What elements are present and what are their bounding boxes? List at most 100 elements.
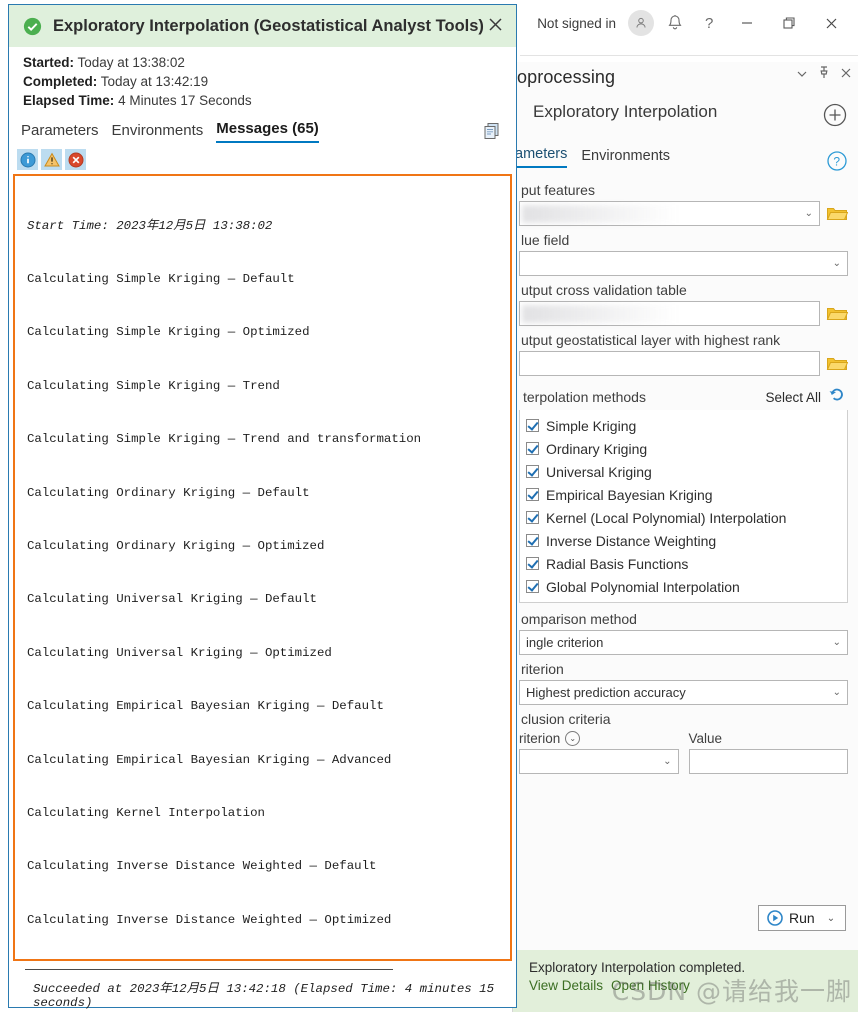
chevron-down-icon[interactable]: ⌄ [833,258,841,269]
log-line: Calculating Simple Kriging — Trend and t… [27,432,422,447]
tab-parameters[interactable]: Parameters [21,122,99,143]
method-empirical-bayesian-kriging[interactable]: Empirical Bayesian Kriging [520,483,847,506]
exclusion-criteria-grid: riterion ⌄ ⌄ Value [519,731,848,774]
log-line: Calculating Kernel Interpolation [27,805,265,820]
chevron-down-icon[interactable] [796,67,808,82]
chevron-down-icon[interactable]: ⌄ [827,913,835,924]
log-start-time: Start Time: 2023年12月5日 13:38:02 [27,218,273,233]
message-filters [9,143,516,174]
close-icon[interactable] [840,67,852,82]
log-line: Calculating Empirical Bayesian Kriging —… [27,699,384,714]
checkbox-icon[interactable] [526,419,539,432]
tab-messages[interactable]: Messages (65) [216,120,319,143]
method-simple-kriging[interactable]: Simple Kriging [520,414,847,437]
warning-icon[interactable] [41,149,62,170]
view-details-link[interactable]: View Details [529,978,603,993]
completion-banner: Exploratory Interpolation completed. Vie… [513,950,858,1012]
account-status-label: Not signed in [537,15,616,31]
select-all-button[interactable]: Select All [765,390,821,405]
interpolation-methods-header: terpolation methods Select All [521,388,846,406]
output-cross-validation-table-label: utput cross validation table [521,282,687,298]
output-geostatistical-layer-field[interactable] [519,351,820,376]
redacted-value [522,205,708,223]
exclusion-value-input[interactable] [688,749,848,774]
checkbox-icon[interactable] [526,488,539,501]
exclusion-criterion-select[interactable]: ⌄ [519,749,679,774]
chevron-down-icon[interactable]: ⌄ [833,687,841,698]
restore-icon[interactable] [768,6,810,40]
tool-details-dialog: Exploratory Interpolation (Geostatistica… [8,4,517,1010]
method-universal-kriging[interactable]: Universal Kriging [520,460,847,483]
run-button[interactable]: Run ⌄ [758,905,846,931]
play-circle-icon [767,910,783,926]
dialog-titlebar: Exploratory Interpolation (Geostatistica… [9,5,516,47]
footer-divider [25,969,393,970]
value-label: Value [688,731,723,746]
method-kernel-interpolation[interactable]: Kernel (Local Polynomial) Interpolation [520,506,847,529]
criterion-value: Highest prediction accuracy [526,685,686,700]
close-icon[interactable] [487,16,504,38]
criterion-select[interactable]: Highest prediction accuracy ⌄ [519,680,848,705]
chevron-down-icon[interactable]: ⌄ [833,637,841,648]
tab-environments[interactable]: Environments [112,122,204,143]
checkbox-icon[interactable] [526,465,539,478]
browse-folder-icon[interactable] [826,354,849,374]
add-circle-icon[interactable] [822,102,848,128]
watermark: CSDN @请给我一脚 [611,977,852,1006]
close-icon[interactable] [810,6,852,40]
run-button-bar: Run ⌄ [513,898,858,938]
minimize-icon[interactable] [726,6,768,40]
browse-folder-icon[interactable] [826,304,849,324]
chevron-down-circle-icon[interactable]: ⌄ [565,731,581,746]
log-line: Calculating Ordinary Kriging — Optimized [27,538,325,553]
checkbox-icon[interactable] [526,534,539,547]
notifications-bell-icon[interactable] [658,6,692,40]
tool-name-row: Exploratory Interpolation ? [513,92,858,171]
dialog-tabs: Parameters Environments Messages (65) [9,112,516,143]
help-question-icon[interactable]: ? [692,6,726,40]
checkbox-icon[interactable] [526,511,539,524]
message-log-panel[interactable]: Start Time: 2023年12月5日 13:38:02 Calculat… [13,174,512,961]
dialog-title: Exploratory Interpolation (Geostatistica… [53,16,484,35]
browse-folder-icon[interactable] [826,204,849,224]
output-cross-validation-table-field[interactable] [519,301,820,326]
comparison-method-select[interactable]: ingle criterion ⌄ [519,630,848,655]
log-line: Calculating Simple Kriging — Default [27,271,295,286]
checkbox-icon[interactable] [526,557,539,570]
geoprocessing-pane: oprocessing Exploratory Interpolation ? … [512,62,858,1012]
method-label: Empirical Bayesian Kriging [546,486,713,503]
value-field-select[interactable]: ⌄ [519,251,848,276]
criterion-label: riterion [521,661,564,677]
comparison-method-label: omparison method [521,611,637,627]
chevron-down-icon[interactable]: ⌄ [805,208,813,219]
tab-parameters[interactable]: ameters [515,146,568,168]
method-global-polynomial-interpolation[interactable]: Global Polynomial Interpolation [520,575,847,598]
method-label: Kernel (Local Polynomial) Interpolation [546,509,787,526]
copy-icon[interactable] [482,121,502,141]
checkbox-icon[interactable] [526,580,539,593]
value-column-header: Value [689,731,849,746]
method-inverse-distance-weighting[interactable]: Inverse Distance Weighting [520,529,847,552]
log-line: Calculating Ordinary Kriging — Default [27,485,310,500]
chevron-down-icon[interactable]: ⌄ [663,756,671,767]
run-button-label: Run [789,910,815,926]
output-geostatistical-layer-label: utput geostatistical layer with highest … [521,332,781,348]
value-field-row: ⌄ [519,251,848,276]
checkbox-icon[interactable] [526,442,539,455]
completed-line: Completed: Today at 13:42:19 [23,74,516,89]
exclusion-criterion-header: riterion ⌄ [519,731,679,746]
geoprocessing-form: put features ⌄ lue field ⌄ utput cross v… [513,168,858,774]
account-icon[interactable] [624,6,658,40]
method-label: Global Polynomial Interpolation [546,578,740,595]
method-ordinary-kriging[interactable]: Ordinary Kriging [520,437,847,460]
completed-key: Completed: [23,74,98,89]
pin-icon[interactable] [818,66,830,82]
started-value: Today at 13:38:02 [77,55,185,70]
log-line: Calculating Empirical Bayesian Kriging —… [27,752,392,767]
input-features-field[interactable]: ⌄ [519,201,820,226]
error-icon[interactable] [65,149,86,170]
info-icon[interactable] [17,149,38,170]
reset-arrow-icon[interactable] [828,386,846,408]
tab-environments[interactable]: Environments [581,148,670,168]
method-radial-basis-functions[interactable]: Radial Basis Functions [520,552,847,575]
